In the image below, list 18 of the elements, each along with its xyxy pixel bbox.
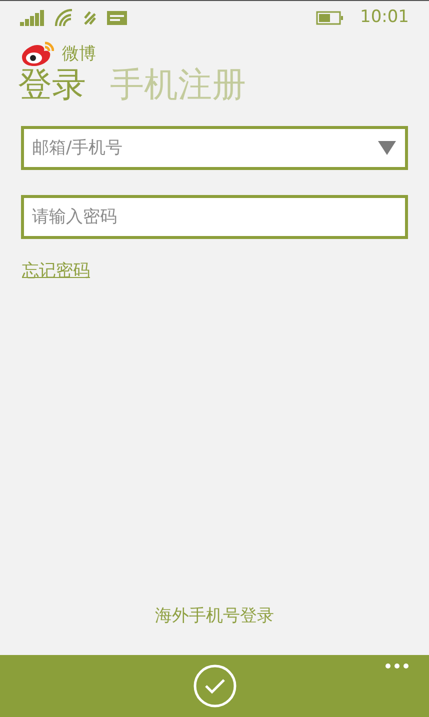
account-dropdown[interactable]: 邮箱/手机号 [21, 126, 408, 170]
battery-icon [316, 11, 344, 25]
app-title: 微博 [62, 42, 96, 66]
checkmark-icon [192, 664, 236, 708]
forgot-password-link[interactable]: 忘记密码 [22, 261, 90, 282]
wifi-icon [54, 9, 74, 27]
signal-icon [20, 10, 46, 26]
dropdown-arrow-icon [378, 141, 396, 156]
data-icon [82, 9, 98, 27]
more-icon[interactable] [385, 663, 409, 669]
confirm-button[interactable] [192, 664, 236, 708]
logo-icon [20, 41, 54, 67]
pivot-tab[interactable]: 登录 [18, 67, 86, 104]
clock-time: 10:01 [360, 6, 409, 30]
password-field[interactable]: 请输入密码 [21, 195, 408, 240]
overseas-login-link[interactable]: 海外手机号登录 [155, 606, 274, 626]
pivot-tab[interactable]: 手机注册 [110, 67, 246, 104]
message-icon [106, 10, 128, 26]
